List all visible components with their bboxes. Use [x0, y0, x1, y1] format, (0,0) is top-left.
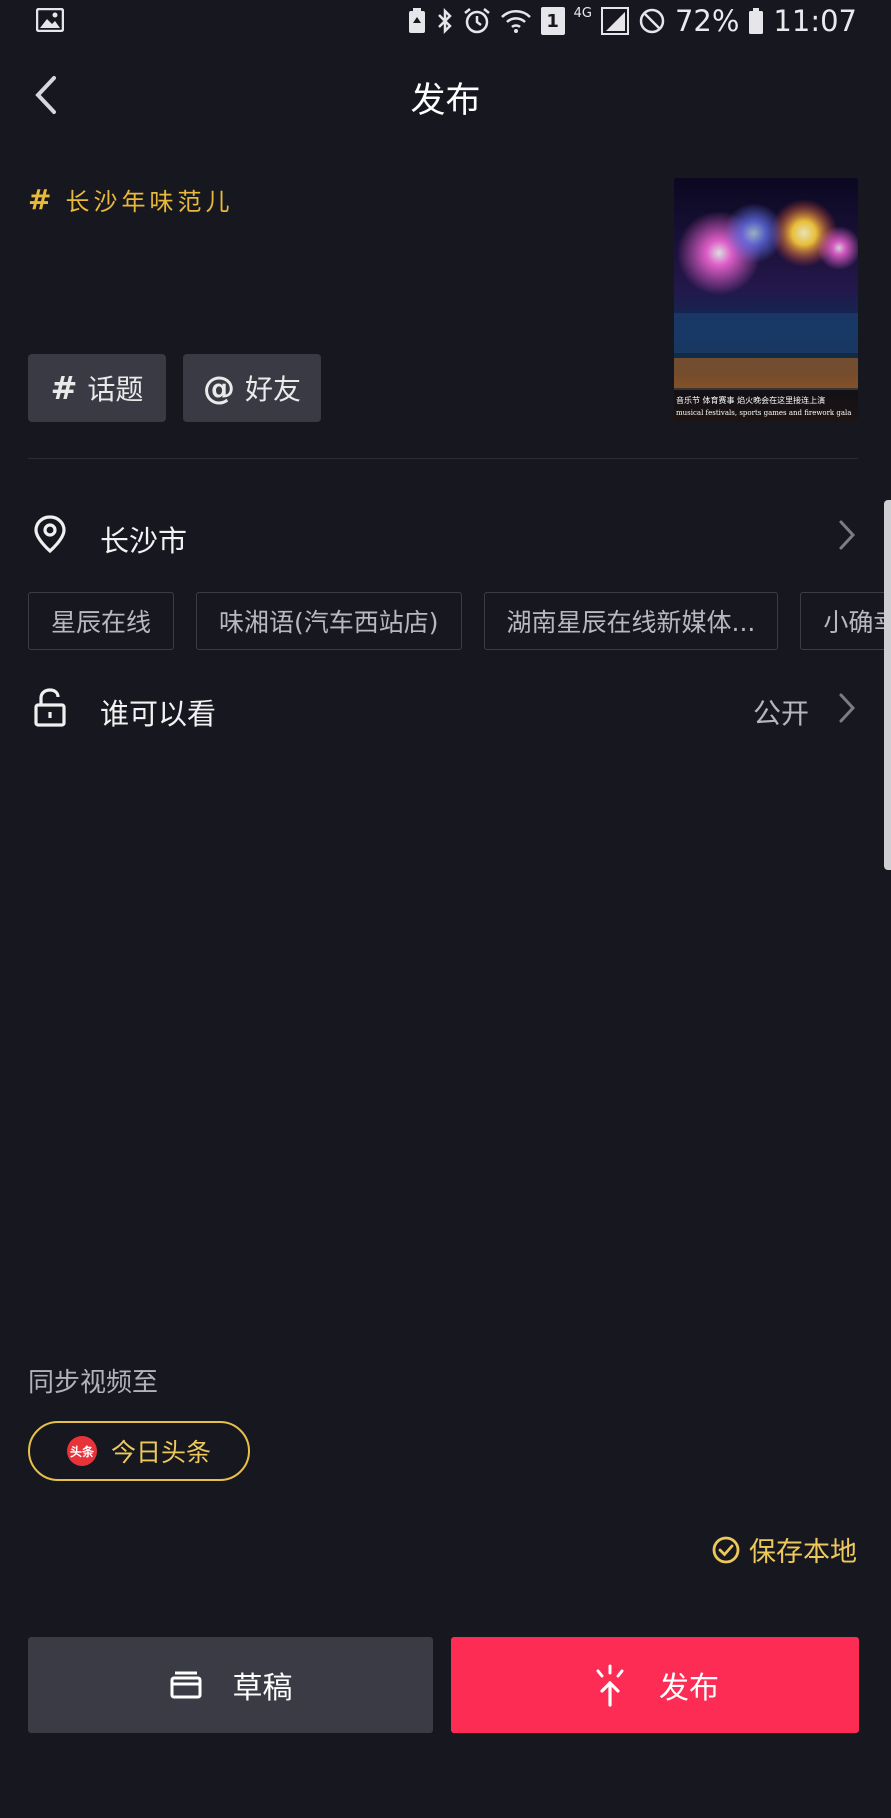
location-tag[interactable]: 小确幸 [800, 592, 891, 650]
location-pin-icon [34, 515, 66, 554]
draft-box-icon [170, 1671, 201, 1699]
caption-text[interactable]: # 长沙年味范儿 [28, 182, 233, 217]
battery-saver-icon [407, 7, 427, 35]
topic-button[interactable]: # 话题 [28, 354, 166, 422]
gallery-icon [36, 8, 64, 32]
topic-label: 话题 [87, 373, 144, 406]
video-thumbnail[interactable]: 音乐节 体育赛事 焰火晚会在这里接连上演 musical festivals, … [674, 178, 858, 422]
toutiao-sync-toggle[interactable]: 头条 今日头条 [28, 1421, 250, 1481]
publish-button[interactable]: 发布 [451, 1637, 859, 1733]
mention-friend-button[interactable]: @ 好友 [183, 354, 321, 422]
publish-spark-icon [596, 1664, 624, 1707]
chevron-right-icon [839, 520, 856, 550]
status-bar: 1 4G 72% 11:07 [0, 0, 891, 44]
privacy-value: 公开 [752, 697, 809, 730]
location-tag[interactable]: 味湘语(汽车西站店) [196, 592, 462, 650]
thumbnail-caption-en: musical festivals, sports games and fire… [676, 409, 851, 417]
friend-label: 好友 [244, 373, 301, 406]
chevron-right-icon [839, 693, 856, 723]
hashtag-symbol: # [28, 183, 52, 216]
signal-icon [600, 7, 629, 35]
network-type: 4G [573, 6, 592, 21]
scroll-indicator[interactable] [884, 500, 891, 870]
save-local-label: 保存本地 [749, 1537, 857, 1568]
no-disturb-icon [638, 7, 666, 35]
draft-button[interactable]: 草稿 [28, 1637, 433, 1733]
check-circle-icon [712, 1536, 740, 1563]
save-local-toggle[interactable]: 保存本地 [711, 1530, 857, 1569]
alarm-icon [463, 7, 491, 35]
battery-percent: 72% [674, 4, 740, 38]
toutiao-label: 今日头条 [110, 1438, 211, 1467]
publish-label: 发布 [659, 1671, 719, 1706]
bluetooth-icon [436, 7, 454, 35]
privacy-row[interactable]: 谁可以看 公开 [0, 673, 891, 743]
location-label: 长沙市 [100, 524, 188, 558]
toutiao-logo-icon: 头条 [66, 1436, 97, 1466]
location-suggestions: 星辰在线 味湘语(汽车西站店) 湖南星辰在线新媒体... 小确幸 [28, 592, 891, 650]
hashtag-icon: # [50, 369, 78, 407]
caption-hashtag: 长沙年味范儿 [65, 188, 234, 216]
page-title: 发布 [410, 81, 481, 121]
clock: 11:07 [773, 4, 857, 38]
draft-label: 草稿 [232, 1671, 293, 1706]
unlock-icon [34, 688, 66, 727]
location-tag[interactable]: 星辰在线 [28, 592, 175, 650]
location-tag[interactable]: 湖南星辰在线新媒体... [483, 592, 779, 650]
location-row[interactable]: 长沙市 [0, 500, 891, 570]
sim-icon: 1 [540, 7, 565, 35]
wifi-icon [500, 8, 532, 34]
privacy-label: 谁可以看 [100, 697, 217, 731]
divider [28, 458, 858, 459]
thumbnail-caption-cn: 音乐节 体育赛事 焰火晚会在这里接连上演 [676, 395, 825, 405]
thumbnail-image: 音乐节 体育赛事 焰火晚会在这里接连上演 musical festivals, … [674, 178, 858, 422]
sync-label: 同步视频至 [28, 1368, 159, 1398]
at-icon: @ [202, 369, 235, 407]
battery-icon [748, 7, 764, 35]
